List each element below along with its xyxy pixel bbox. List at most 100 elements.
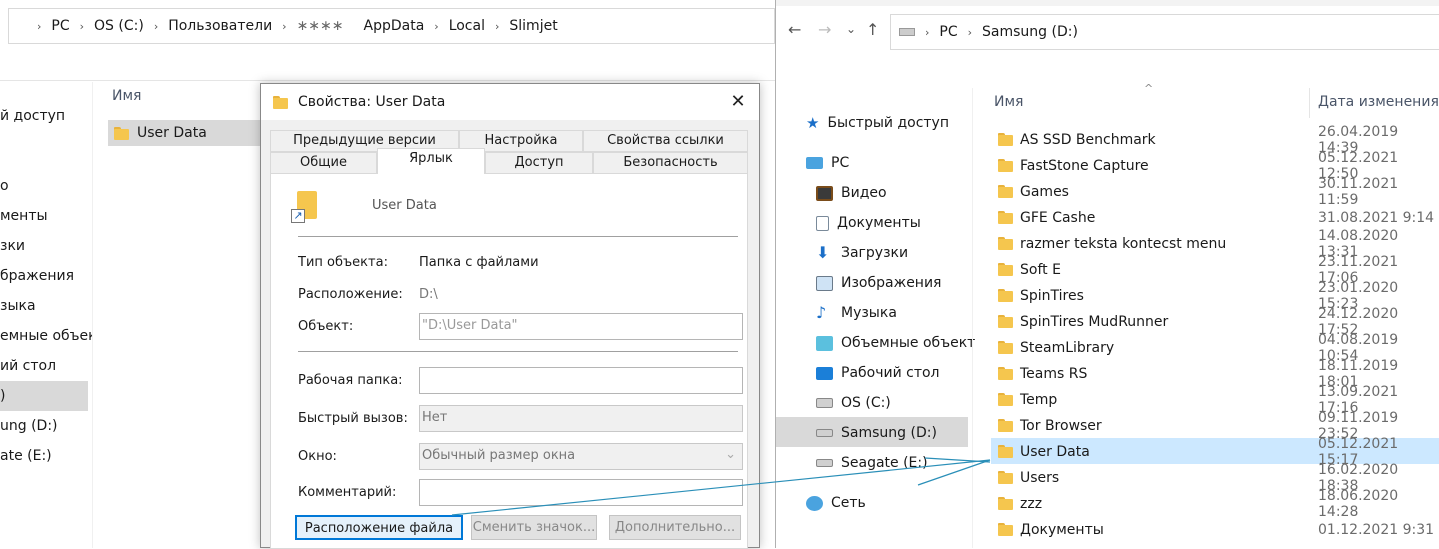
nav-quick-access[interactable]: ★ Быстрый доступ (806, 108, 949, 138)
dialog-titlebar: Свойства: User Data (261, 84, 759, 120)
advanced-button[interactable]: Дополнительно... (609, 515, 741, 540)
forward-button[interactable]: → (818, 20, 831, 39)
open-file-location-button[interactable]: Расположение файла (295, 515, 463, 540)
comment-field[interactable] (419, 479, 743, 506)
nav-images[interactable]: Изображения (816, 268, 941, 298)
nav-drive-e[interactable]: Seagate (E:) (816, 448, 928, 478)
nav-label: Samsung (D:) (841, 425, 937, 441)
column-header-name[interactable]: Имя (112, 88, 141, 104)
nav-desktop[interactable]: Рабочий стол (816, 358, 940, 388)
nav-item[interactable]: ung (D:) (0, 411, 92, 441)
file-row[interactable]: Games 30.11.2021 11:59 (994, 176, 1439, 208)
image-icon (816, 275, 833, 291)
nav-documents[interactable]: Документы (816, 208, 921, 238)
nav-item[interactable]: бражения (0, 261, 92, 291)
nav-item[interactable]: зки (0, 231, 92, 261)
breadcrumb-item[interactable]: ∗∗∗∗ (287, 18, 354, 34)
file-name: Документы (1020, 522, 1104, 538)
folder-icon (273, 95, 288, 109)
nav-drive-d[interactable]: Samsung (D:) (816, 418, 937, 448)
file-name: SpinTires (1020, 288, 1084, 304)
breadcrumb-item[interactable]: Samsung (D:) (982, 24, 1078, 40)
column-divider (1309, 88, 1310, 118)
nav-label: Объемные объект (841, 335, 976, 351)
document-icon (816, 215, 829, 231)
folder-icon (998, 341, 1013, 354)
breadcrumb-item[interactable]: Slimjet (499, 18, 567, 34)
document-icon (998, 523, 1013, 536)
file-name: Teams RS (1020, 366, 1088, 382)
column-header-date[interactable]: Дата изменения (1318, 94, 1439, 110)
ribbon-strip (776, 0, 1439, 6)
left-address-bar[interactable]: › PC › OS (C:) › Пользователи › ∗∗∗∗ App… (8, 8, 775, 44)
nav-item[interactable]: менты (0, 201, 92, 231)
breadcrumb-item[interactable]: PC (939, 24, 957, 40)
nav-label: Видео (841, 185, 887, 201)
folder-icon (998, 211, 1013, 224)
nav-label: Seagate (E:) (841, 455, 928, 471)
breadcrumb-item[interactable]: PC (41, 18, 79, 34)
label-comment: Комментарий: (298, 485, 397, 500)
nav-item[interactable]: ий стол (0, 351, 92, 381)
nav-label: Сеть (831, 495, 866, 511)
nav-item[interactable]: ate (E:) (0, 441, 92, 471)
nav-video[interactable]: Видео (816, 178, 887, 208)
divider (0, 80, 775, 81)
window-select[interactable]: Обычный размер окна ⌄ (419, 443, 743, 470)
change-icon-button[interactable]: Сменить значок... (471, 515, 597, 540)
up-button[interactable]: ↑ (866, 20, 879, 39)
tab-page: ↗ User Data Тип объекта: Папка с файлами… (270, 173, 748, 549)
folder-icon (998, 315, 1013, 328)
nav-label: Рабочий стол (841, 365, 940, 381)
column-header-name[interactable]: Имя (994, 94, 1023, 110)
tab-shortcut-properties[interactable]: Свойства ссылки (583, 130, 748, 152)
download-icon: ⬇ (816, 243, 830, 262)
nav-music[interactable]: ♪ Музыка (816, 298, 897, 328)
folder-icon (998, 445, 1013, 458)
file-row[interactable]: zzz 18.06.2020 14:28 (994, 488, 1439, 520)
nav-3d-objects[interactable]: Объемные объект (816, 328, 975, 358)
tab-shortcut[interactable]: Ярлык (377, 148, 485, 174)
drive-icon (816, 398, 833, 408)
nav-item[interactable]: о (0, 171, 92, 201)
back-button[interactable]: ← (788, 20, 801, 39)
nav-network[interactable]: Сеть (806, 488, 866, 518)
sort-arrow-icon: ^ (1144, 82, 1154, 95)
tab-security[interactable]: Безопасность (593, 152, 748, 174)
file-name: Users (1020, 470, 1060, 486)
breadcrumb-item[interactable]: AppData (354, 18, 435, 34)
nav-pc[interactable]: PC (806, 148, 849, 178)
chevron-down-icon: ⌄ (725, 447, 736, 462)
computer-icon (806, 157, 823, 169)
tab-sharing[interactable]: Доступ (485, 152, 593, 174)
close-button[interactable]: ✕ (725, 90, 751, 114)
workdir-field[interactable] (419, 367, 743, 394)
nav-downloads[interactable]: ⬇ Загрузки (816, 238, 908, 268)
folder-icon (998, 289, 1013, 302)
chevron-right-icon: › (925, 25, 930, 39)
nav-label: PC (831, 155, 850, 171)
nav-drive-c[interactable]: OS (C:) (816, 388, 891, 418)
breadcrumb-item[interactable]: OS (C:) (84, 18, 154, 34)
target-field[interactable]: "D:\User Data" (419, 313, 743, 340)
recent-locations-button[interactable]: ⌄ (846, 22, 856, 36)
nav-label: Загрузки (841, 245, 909, 261)
breadcrumb-item[interactable]: Пользователи (158, 18, 282, 34)
nav-item[interactable]: зыка (0, 291, 92, 321)
tab-general[interactable]: Общие (270, 152, 377, 174)
folder-icon (998, 185, 1013, 198)
file-name: User Data (1020, 444, 1090, 460)
nav-item[interactable]: й доступ (0, 101, 92, 131)
nav-item[interactable]: емные объект (0, 321, 92, 351)
file-name: SteamLibrary (1020, 340, 1115, 356)
file-name: FastStone Capture (1020, 158, 1149, 174)
nav-label: OS (C:) (841, 395, 891, 411)
window-select-value: Обычный размер окна (422, 448, 576, 463)
nav-item[interactable]: ) (0, 381, 92, 411)
hotkey-field[interactable]: Нет (419, 405, 743, 432)
music-icon: ♪ (816, 303, 827, 322)
right-address-bar[interactable]: › PC › Samsung (D:) (890, 14, 1439, 50)
file-row[interactable]: Документы 01.12.2021 9:31 (994, 517, 1439, 543)
value-type: Папка с файлами (419, 255, 539, 270)
breadcrumb-item[interactable]: Local (439, 18, 495, 34)
